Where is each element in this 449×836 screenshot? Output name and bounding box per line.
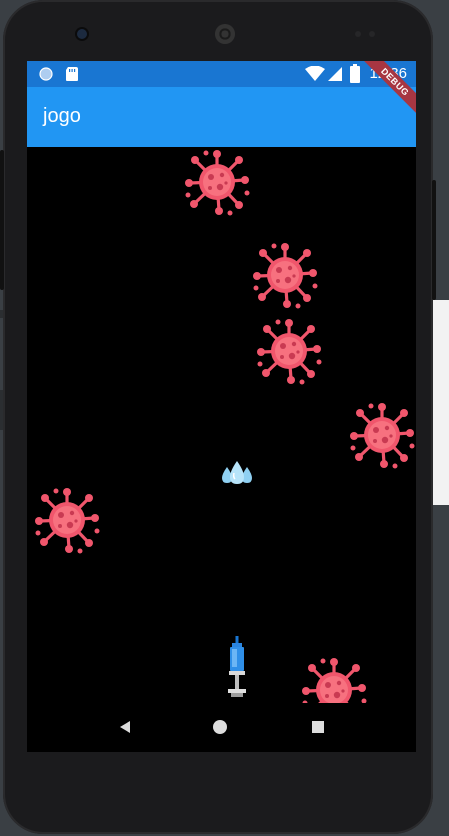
phone-power-button (432, 180, 436, 300)
navigation-bar (27, 703, 416, 752)
front-camera (77, 29, 87, 39)
status-circle-icon (39, 67, 53, 81)
screen: 12:36 jogo DEBUG (27, 61, 416, 752)
virus-icon (347, 400, 416, 470)
battery-icon (350, 64, 360, 83)
syringe-icon[interactable] (223, 636, 251, 702)
virus-icon (32, 485, 102, 555)
virus-icon (254, 316, 324, 386)
wifi-icon (305, 66, 325, 81)
phone-side-button (0, 150, 4, 290)
signal-icon (328, 67, 342, 81)
water-drop-icon (222, 461, 252, 484)
home-icon[interactable] (212, 719, 228, 735)
app-title: jogo (43, 105, 81, 127)
light-sensor (369, 31, 375, 37)
virus-icon (250, 240, 320, 310)
recents-icon[interactable] (310, 719, 326, 735)
sd-card-icon (66, 67, 78, 81)
back-icon[interactable] (117, 719, 133, 735)
status-bar: 12:36 (27, 61, 416, 87)
earpiece-speaker (215, 24, 235, 44)
virus-icon (182, 147, 252, 217)
proximity-sensor (355, 31, 361, 37)
game-area[interactable] (27, 147, 416, 703)
app-bar: jogo (27, 87, 416, 147)
side-panel (432, 300, 449, 505)
